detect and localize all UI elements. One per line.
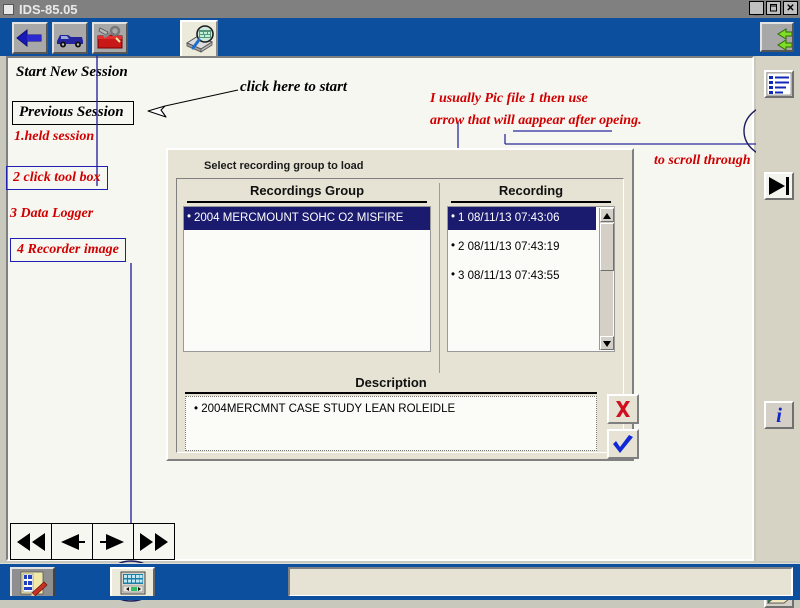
- back-arrow-icon: [16, 28, 42, 48]
- confirm-button[interactable]: [607, 429, 639, 459]
- list-lines-icon: [766, 72, 792, 96]
- annotation-held-session: 1.held session: [14, 129, 95, 144]
- dialog-inner-panel: Recordings Group • 2004 MERCMOUNT SOHC O…: [176, 178, 639, 459]
- green-exchange-arrows-icon: [777, 28, 792, 50]
- back-arrow-button[interactable]: [12, 22, 48, 54]
- title-bar: IDS-85.05 _ ✕: [0, 0, 800, 18]
- window-icon: [3, 3, 14, 15]
- magnifier-recorder-icon: [185, 25, 214, 53]
- annotation-recorder-image: 4 Recorder image: [10, 238, 126, 262]
- svg-text:i: i: [776, 403, 782, 427]
- list-item[interactable]: • 2 08/11/13 07:43:19: [448, 236, 596, 259]
- annotation-pic-file-line1: I usually Pic file 1 then use: [430, 91, 588, 106]
- nav-prev-button[interactable]: [51, 523, 93, 560]
- annotation-click-tool-box: 2 click tool box: [6, 166, 108, 190]
- vehicle-icon: [57, 35, 83, 48]
- list-item-label: 2004 MERCMOUNT SOHC O2 MISFIRE: [194, 212, 404, 224]
- start-new-session-label[interactable]: Start New Session: [16, 64, 128, 81]
- group-header-rule: [187, 201, 427, 203]
- description-text: 2004MERCMNT CASE STUDY LEAN ROLEIDLE: [201, 403, 456, 415]
- recording-scrollbar[interactable]: [599, 208, 614, 350]
- recording-header-rule: [451, 201, 611, 203]
- list-item[interactable]: • 3 08/11/13 07:43:55: [448, 265, 596, 288]
- annotation-to-scroll-through: to scroll through: [654, 153, 751, 168]
- sidebar-next-button[interactable]: [764, 172, 794, 200]
- rewind-double-left-icon: [17, 532, 45, 551]
- taskbar-start-button[interactable]: [10, 567, 55, 598]
- recording-header: Recording: [498, 183, 564, 198]
- chevron-up-icon: [603, 213, 611, 219]
- bullet-icon: •: [451, 211, 456, 223]
- toolbox-icon: [97, 25, 123, 49]
- taskbar-ids-window[interactable]: [110, 567, 155, 598]
- window-title: IDS-85.05: [19, 1, 78, 17]
- window-controls: _ ✕: [749, 1, 798, 16]
- vehicle-button[interactable]: [52, 22, 88, 54]
- scroll-thumb[interactable]: [600, 223, 614, 271]
- sidebar-list-button[interactable]: [764, 70, 794, 98]
- prev-left-icon: [61, 533, 85, 550]
- taskbar: [0, 563, 800, 600]
- bullet-icon: •: [187, 211, 192, 223]
- forward-double-right-icon: [140, 532, 168, 551]
- scroll-up-button[interactable]: [600, 208, 614, 222]
- right-sidebar: i: [756, 56, 800, 608]
- red-x-icon: [616, 401, 630, 417]
- taskbar-tray-field[interactable]: [288, 567, 793, 597]
- scroll-down-button[interactable]: [600, 336, 614, 350]
- annotation-click-here-to-start: click here to start: [240, 79, 348, 95]
- column-divider: [439, 183, 440, 373]
- list-item[interactable]: • 2004 MERCMOUNT SOHC O2 MISFIRE: [184, 207, 430, 230]
- minimize-button[interactable]: _: [749, 1, 764, 16]
- info-i-icon: i: [776, 403, 782, 427]
- list-item-label: 3 08/11/13 07:43:55: [458, 269, 560, 282]
- skip-to-end-icon: [769, 177, 789, 195]
- list-item-label: 1 08/11/13 07:43:06: [458, 212, 560, 224]
- data-logger-tab[interactable]: [180, 20, 218, 56]
- window-bottom-edge: [0, 596, 800, 600]
- next-right-icon: [100, 533, 124, 550]
- bullet-icon: •: [451, 268, 456, 281]
- ids-window-icon: [120, 571, 145, 594]
- recordings-group-header: Recordings Group: [249, 183, 365, 198]
- cancel-button[interactable]: [607, 394, 639, 424]
- bullet-icon: •: [451, 239, 456, 252]
- recordings-group-list[interactable]: • 2004 MERCMOUNT SOHC O2 MISFIRE: [183, 206, 431, 352]
- description-rule: [185, 392, 597, 394]
- sidebar-info-button[interactable]: i: [764, 401, 794, 429]
- nav-first-button[interactable]: [10, 523, 52, 560]
- description-header: Description: [355, 375, 427, 390]
- previous-session-button[interactable]: Previous Session: [12, 101, 134, 125]
- recording-list[interactable]: • 1 08/11/13 07:43:06 • 2 08/11/13 07:43…: [447, 206, 615, 352]
- recordings-group-column: Recordings Group • 2004 MERCMOUNT SOHC O…: [183, 183, 431, 352]
- toolbar-button-group: [12, 22, 128, 54]
- toolbox-button[interactable]: [92, 22, 128, 54]
- list-item[interactable]: • 1 08/11/13 07:43:06: [448, 207, 596, 230]
- main-toolbar: [0, 18, 800, 56]
- nav-last-button[interactable]: [133, 523, 175, 560]
- nav-next-button[interactable]: [92, 523, 134, 560]
- notepad-pencil-icon: [20, 571, 48, 596]
- close-button[interactable]: ✕: [783, 1, 798, 15]
- exchange-button[interactable]: [760, 22, 794, 52]
- load-recording-dialog: Select recording group to load Recording…: [166, 148, 639, 461]
- dialog-title: Select recording group to load: [204, 160, 364, 172]
- list-item-label: 2 08/11/13 07:43:19: [458, 240, 560, 253]
- chevron-down-icon: [603, 341, 611, 347]
- restore-button[interactable]: [766, 1, 781, 15]
- recording-column: Recording • 1 08/11/13 07:43:06 • 2 08/1…: [447, 183, 615, 352]
- description-box[interactable]: • 2004MERCMNT CASE STUDY LEAN ROLEIDLE: [185, 396, 597, 451]
- app-window: IDS-85.05 _ ✕ Start New Session Previous…: [0, 0, 800, 608]
- blue-check-icon: [613, 435, 633, 453]
- annotation-data-logger: 3 Data Logger: [10, 206, 94, 221]
- annotation-pic-file-line2: arrow that will aappear after opeing.: [430, 113, 642, 128]
- bottom-navigation: [10, 523, 180, 560]
